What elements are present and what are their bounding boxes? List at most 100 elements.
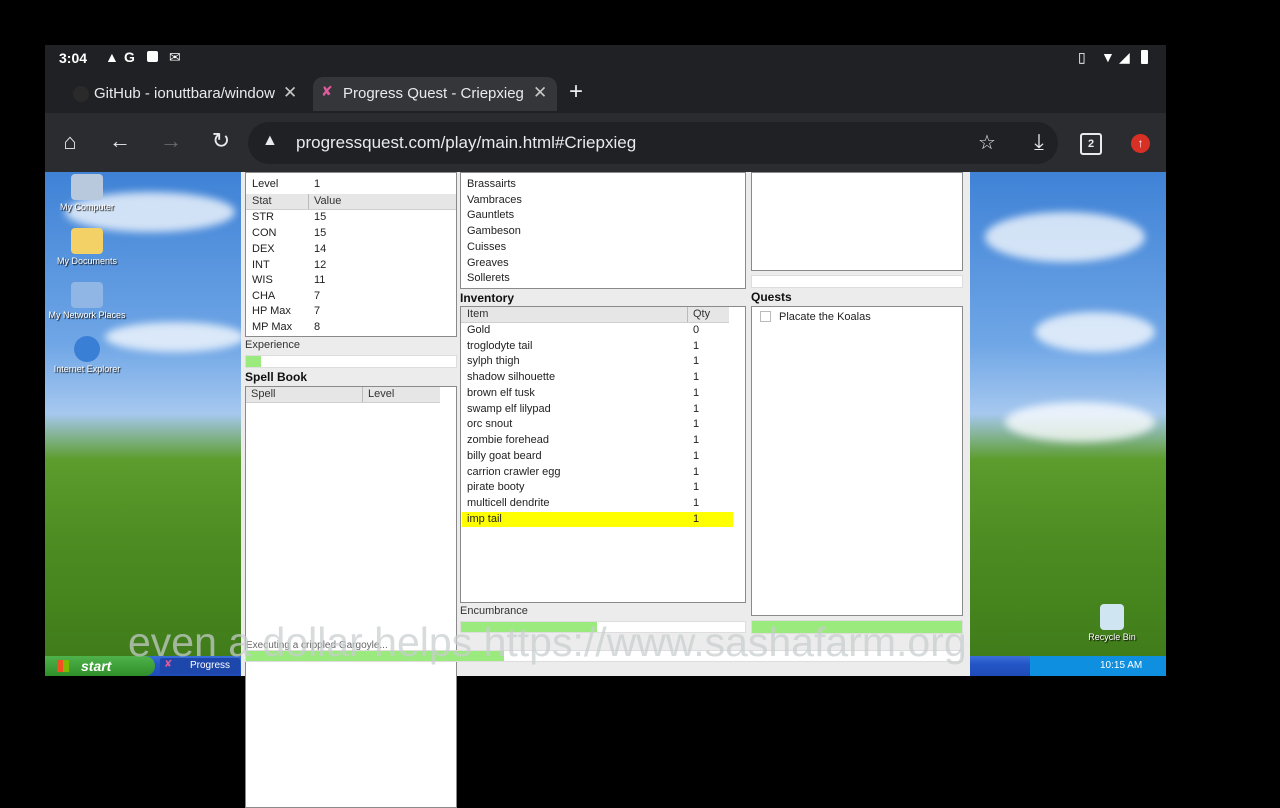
item-name: pirate booty	[467, 481, 525, 493]
level-value: 1	[314, 178, 321, 190]
equipment-item: Gauntlets	[467, 209, 515, 221]
item-qty: 1	[693, 434, 700, 446]
gmail-icon: ✉	[169, 49, 181, 65]
item-name: multicell dendrite	[467, 497, 550, 509]
desktop-icon-my-documents[interactable]: My Documents	[45, 228, 132, 266]
stat-value: 15	[314, 211, 327, 223]
reload-icon[interactable]: ↻	[206, 128, 236, 154]
spell-book-panel: Spell Level	[245, 386, 457, 808]
plot-progress-bar	[751, 275, 963, 288]
character-panel: Level 1 Stat Value STR 15 CON 15 DEX 14 INT…	[245, 172, 457, 337]
tab-strip: GitHub - ionuttbara/window ✕ ✘ Progress …	[45, 73, 1166, 113]
item-qty: 1	[693, 418, 700, 430]
inventory-row-selected[interactable]: imp tail 1	[462, 512, 733, 527]
stat-name: INT	[252, 259, 270, 271]
plot-panel	[751, 172, 963, 271]
spell-column-header[interactable]: Spell	[251, 387, 275, 402]
windows-logo-icon	[57, 660, 69, 672]
item-qty: 1	[693, 355, 700, 367]
item-name: orc snout	[467, 418, 513, 430]
equipment-item: Vambraces	[467, 194, 522, 206]
tab-switcher-button[interactable]: 2	[1080, 133, 1102, 155]
spell-book-title: Spell Book	[245, 370, 308, 384]
equipment-item: Brassairts	[467, 178, 516, 190]
stats-header: Stat Value	[246, 194, 456, 210]
encumbrance-label: Encumbrance	[460, 605, 528, 617]
quest-checkbox[interactable]	[760, 311, 771, 322]
item-qty: 1	[693, 481, 700, 493]
wifi-icon: ▼	[1101, 49, 1115, 65]
bookmark-star-icon[interactable]: ☆	[978, 130, 996, 155]
tab-github[interactable]: GitHub - ionuttbara/window ✕	[67, 77, 307, 111]
quest-label: Placate the Koalas	[779, 311, 871, 323]
equipment-item: Cuisses	[467, 241, 507, 253]
vibrate-icon: ▯	[1078, 49, 1086, 65]
network-icon	[71, 282, 103, 308]
inventory-row[interactable]: brown elf tusk 1	[467, 386, 699, 401]
stat-name: WIS	[252, 274, 273, 286]
desktop-icon-my-computer[interactable]: My Computer	[45, 174, 132, 212]
download-icon[interactable]: ⤓	[1024, 129, 1054, 155]
battery-icon	[1141, 50, 1148, 64]
start-label: start	[81, 658, 112, 674]
desktop-icon-internet-explorer[interactable]: Internet Explorer	[45, 336, 132, 374]
inventory-row[interactable]: Gold 0	[467, 323, 699, 338]
new-tab-button[interactable]: +	[569, 78, 583, 106]
stat-row: MP Max 8	[252, 320, 320, 335]
item-name: troglodyte tail	[467, 340, 533, 352]
item-qty: 1	[693, 387, 700, 399]
stat-value: 15	[314, 227, 327, 239]
inventory-row[interactable]: carrion crawler egg 1	[467, 465, 699, 480]
desktop-icon-recycle-bin[interactable]: Recycle Bin	[1067, 604, 1157, 642]
item-name: brown elf tusk	[467, 387, 535, 399]
stat-value: 8	[314, 321, 321, 333]
inventory-row[interactable]: swamp elf lilypad 1	[467, 402, 699, 417]
stat-row: DEX 14	[252, 242, 326, 257]
inventory-row[interactable]: shadow silhouette 1	[467, 370, 699, 385]
watermark-overlay-text: even a dollar helps https://www.sashafar…	[128, 619, 967, 665]
qty-column-header[interactable]: Qty	[687, 307, 710, 322]
item-name: carrion crawler egg	[467, 466, 561, 478]
not-secure-warning-icon[interactable]: ▲	[262, 132, 278, 150]
inventory-row[interactable]: multicell dendrite 1	[467, 496, 699, 511]
inventory-row[interactable]: pirate booty 1	[467, 480, 699, 495]
icon-label: My Computer	[59, 202, 114, 212]
back-icon[interactable]: ←	[105, 128, 135, 154]
internet-explorer-icon	[74, 336, 100, 362]
inventory-row[interactable]: orc snout 1	[467, 417, 699, 432]
stat-name: DEX	[252, 243, 275, 255]
item-qty: 1	[693, 340, 700, 352]
forward-icon[interactable]: →	[156, 128, 186, 154]
level-column-header[interactable]: Level	[362, 387, 394, 402]
tab-title: Progress Quest - Criepxieg	[343, 85, 523, 102]
home-icon[interactable]: ⌂	[55, 129, 85, 155]
close-tab-icon[interactable]: ✕	[533, 83, 547, 103]
stat-value: 7	[314, 305, 321, 317]
stat-name: MP Max	[252, 321, 293, 333]
url-text[interactable]: progressquest.com/play/main.html#Criepxi…	[296, 133, 636, 153]
recycle-bin-icon	[1100, 604, 1124, 630]
stat-name: CON	[252, 227, 277, 239]
stat-row: CON 15	[252, 226, 326, 241]
clock: 3:04	[59, 50, 88, 66]
warning-icon: ▲	[105, 49, 119, 65]
inventory-row[interactable]: zombie forehead 1	[467, 433, 699, 448]
experience-bar	[245, 355, 457, 368]
item-qty: 1	[693, 497, 700, 509]
inventory-row[interactable]: billy goat beard 1	[467, 449, 699, 464]
address-bar[interactable]: ▲ progressquest.com/play/main.html#Criep…	[248, 122, 1058, 164]
item-qty: 0	[693, 324, 700, 336]
cloud	[1005, 402, 1155, 442]
inventory-row[interactable]: troglodyte tail 1	[467, 339, 699, 354]
level-row: Level 1	[252, 177, 320, 192]
update-icon[interactable]: ↑	[1131, 134, 1150, 153]
github-favicon-icon	[73, 86, 89, 102]
android-status-bar: 3:04 ▲ G ✉ ▯ ▼ ◢	[45, 45, 1166, 73]
item-column-header[interactable]: Item	[467, 307, 488, 322]
stat-column-header: Stat	[252, 195, 272, 207]
desktop-icon-network-places[interactable]: My Network Places	[45, 282, 132, 320]
inventory-row[interactable]: sylph thigh 1	[467, 354, 699, 369]
stat-name: STR	[252, 211, 274, 223]
tab-progress-quest[interactable]: ✘ Progress Quest - Criepxieg ✕	[313, 77, 557, 111]
close-tab-icon[interactable]: ✕	[283, 83, 297, 103]
